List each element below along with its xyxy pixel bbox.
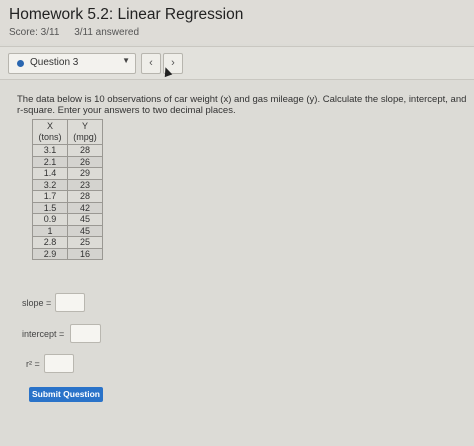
cell-y: 42 — [67, 201, 103, 214]
status-dot-icon — [17, 60, 24, 67]
answered-text: 3/11 answered — [74, 27, 140, 38]
intercept-input[interactable] — [70, 324, 101, 343]
r-square-input[interactable] — [44, 354, 74, 373]
question-select[interactable]: Question 3 ▼ — [8, 53, 136, 74]
prev-question-button[interactable]: ‹ — [141, 53, 161, 74]
header-var: Y — [81, 121, 88, 131]
cell-x: 1.5 — [32, 201, 68, 214]
cell-x: 1.7 — [32, 190, 68, 203]
cell-x: 0.9 — [32, 213, 68, 226]
cell-x: 2.1 — [32, 155, 68, 168]
table-header-x: X (tons) — [32, 119, 68, 145]
table-row: 1.4 29 — [32, 167, 103, 180]
cell-y: 45 — [67, 224, 103, 237]
cell-y: 23 — [67, 178, 103, 191]
table-row: 2.8 25 — [32, 236, 103, 249]
cell-y: 28 — [67, 190, 103, 203]
cell-x: 1.4 — [32, 167, 68, 180]
table-row: 1 45 — [32, 224, 103, 237]
data-table: X (tons) Y (mpg) 3.1 28 2.1 26 1.4 29 3.2 23… — [32, 119, 103, 260]
question-nav-bar: Question 3 ▼ ‹ › — [0, 46, 474, 80]
cell-y: 29 — [67, 167, 103, 180]
cell-x: 1 — [32, 224, 68, 237]
table-row: 2.1 26 — [32, 155, 103, 168]
cell-x: 2.8 — [32, 236, 68, 249]
score-text: Score: 3/11 — [9, 27, 60, 38]
table-row: 1.7 28 — [32, 190, 103, 203]
slope-label: slope = — [22, 298, 52, 308]
submit-question-button[interactable]: Submit Question — [29, 387, 103, 402]
cell-y: 26 — [67, 155, 103, 168]
cell-y: 25 — [67, 236, 103, 249]
header-unit: (tons) — [38, 132, 62, 142]
question-select-label: Question 3 — [30, 57, 79, 68]
question-prompt: The data below is 10 observations of car… — [17, 94, 467, 116]
table-row: 1.5 42 — [32, 201, 103, 214]
score-line: Score: 3/11 3/11 answered — [9, 27, 151, 38]
cell-x: 2.9 — [32, 247, 68, 260]
cell-x: 3.2 — [32, 178, 68, 191]
intercept-label: intercept = — [22, 329, 65, 339]
slope-input[interactable] — [55, 293, 85, 312]
table-row: 3.2 23 — [32, 178, 103, 191]
page-title: Homework 5.2: Linear Regression — [9, 6, 244, 23]
r-square-label: r² = — [26, 359, 40, 369]
chevron-down-icon: ▼ — [122, 56, 130, 65]
cell-x: 3.1 — [32, 144, 68, 157]
header-var: X — [46, 121, 53, 131]
cell-y: 28 — [67, 144, 103, 157]
table-header-y: Y (mpg) — [67, 119, 103, 145]
table-row: 0.9 45 — [32, 213, 103, 226]
table-row: 2.9 16 — [32, 247, 103, 260]
table-row: 3.1 28 — [32, 144, 103, 157]
cell-y: 16 — [67, 247, 103, 260]
cell-y: 45 — [67, 213, 103, 226]
header-unit: (mpg) — [73, 132, 97, 142]
header: Homework 5.2: Linear Regression Score: 3… — [0, 0, 474, 44]
